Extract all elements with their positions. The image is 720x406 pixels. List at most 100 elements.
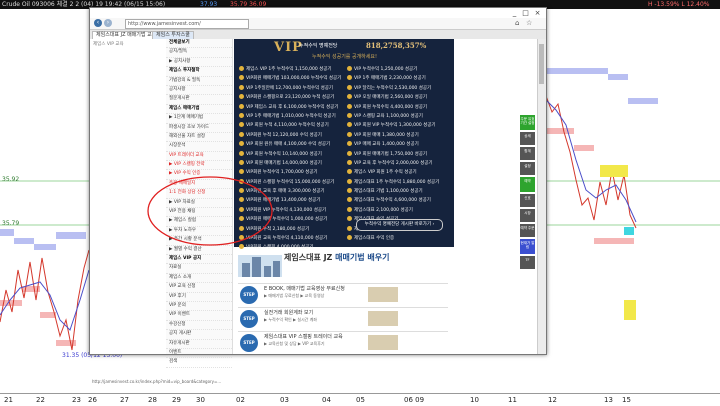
toolbar-button[interactable]: 예약 주문 (520, 224, 535, 237)
sidebar-item[interactable]: 전체글보기 (166, 39, 232, 49)
vip-entry-link[interactable]: VIP 1주 매매기법 2,230,000 성공기 (347, 74, 426, 83)
coin-icon (347, 169, 352, 175)
vip-entry-link[interactable]: VIP 회원 VIP 누적수익 1,300,000 성공기 (347, 121, 436, 130)
vip-entry-link[interactable]: VIP회원 누적 12,120,000 수익 성공기 (239, 131, 322, 140)
step-links[interactable]: ▶ 매매기법 무료신청 ▶ 교육 동영상 (264, 293, 324, 299)
vip-entry-link[interactable]: 제임스대표 기법 1,100,000 성공기 (347, 187, 423, 196)
sidebar-item[interactable]: 제임스 투자철학 (166, 67, 232, 77)
vip-entry-link[interactable]: VIP회원 VIP 누적수익 4,130,000 성공기 (239, 206, 326, 215)
sidebar-item[interactable]: ▶ VIP 스캘핑 전략 (166, 161, 232, 171)
sidebar-item[interactable]: ▶ VIP 자료실 (166, 199, 232, 209)
sidebar-item[interactable]: 제임스 매매기법 (166, 105, 232, 115)
vip-entry-link[interactable]: VIP회원 매매기법 103,000,000 누적수익 성공기 (239, 74, 341, 83)
sidebar-item[interactable]: 1:1 전화 상담 신청 (166, 189, 232, 199)
step-card[interactable]: STEP 01 E BOOK, 매매기법 교육영상 무료신청▶ 매매기법 무료신청… (238, 283, 448, 315)
sidebar-item[interactable]: 자료실 (166, 264, 232, 274)
sidebar-item[interactable]: 질문게시판 (166, 95, 232, 105)
sidebar-item[interactable]: 자유게시판 (166, 340, 232, 349)
sidebar-item[interactable]: ▶ 투자 노하우 (166, 227, 232, 237)
sidebar-item[interactable]: 이벤트 (166, 349, 232, 359)
toolbar-button[interactable]: 주문 유효기간 설정 (520, 115, 535, 130)
vip-entry-link[interactable]: VIP 1주일만에 12,700,000 누적수익 성공기 (239, 84, 333, 93)
vip-entry-link[interactable]: VIP회원 스캘핑으로 23,120,000 누적 성공기 (239, 93, 334, 102)
sidebar-item[interactable]: VIP 문의 (166, 302, 232, 312)
step-links[interactable]: ▶ 누적수익 확인 ▶ 실시간 계좌 (264, 317, 317, 323)
vip-entry-link[interactable]: VIP회원 누적수익 1,700,000 성공기 (239, 168, 318, 177)
toolbar-button[interactable]: 신호 (520, 194, 535, 207)
sidebar-item[interactable]: 검색 (166, 358, 232, 368)
vip-entry-link[interactable]: VIP 스캘핑 교육 1,100,000 성공기 (347, 112, 423, 121)
vip-entry-link[interactable]: VIP 회원 누적수익 4,400,000 성공기 (347, 103, 427, 112)
sidebar-item[interactable]: 공지사항 (166, 86, 232, 96)
toolbar-button[interactable]: 시장 (520, 209, 535, 222)
vip-entry-link[interactable]: 제임스 VIP 1주 누적수익 1,150,000 성공기 (239, 65, 332, 74)
step-card[interactable]: STEP 03 제임스대표 VIP 스캘핑 트레이더 교육 ▶ 교육신청 및 상담 … (238, 331, 448, 363)
hall-of-fame-link[interactable]: 누적수익 명예전당 게시판 바로가기 › (356, 219, 443, 231)
toolbar-button[interactable]: 예약 (520, 177, 535, 192)
step-links[interactable]: ▶ 교육신청 및 상담 ▶ VIP 교육후기 (264, 341, 325, 347)
vip-entry-link[interactable]: 제임스대표 수익 인증 (347, 234, 394, 243)
sidebar-item[interactable]: 시장분석 (166, 142, 232, 152)
vip-entry-link[interactable]: VIP 매매 교육 1,400,000 성공기 (347, 140, 419, 149)
url-input[interactable]: http://www.jamesinvest.com/ (125, 19, 249, 29)
vip-entry-link[interactable]: VIP회원 누적 2,180,000 성공기 (239, 225, 309, 234)
vip-entry-link[interactable]: VIP 회원 매매기법 14,000,000 성공기 (239, 159, 322, 168)
step-card[interactable]: STEP 02 실전거래 회원계좌 보기▶ 누적수익 확인 ▶ 실시간 계좌 (238, 307, 448, 339)
vip-entry-link[interactable]: VIP회원 교육 누적수익 4,110,000 성공기 (239, 234, 327, 243)
vip-entry-link[interactable]: 제임스대표 누적수익 4,600,000 성공기 (347, 196, 431, 205)
vip-entry-link[interactable]: VIP회원 스캘핑 누적수익 15,000,000 성공기 (239, 178, 334, 187)
toolbar-button[interactable]: 현재가 알림 (520, 239, 535, 254)
page-scrollbar[interactable] (537, 39, 546, 354)
scroll-thumb[interactable] (539, 44, 544, 84)
sidebar-item[interactable]: ▶ VIP 수익 인증 (166, 170, 232, 180)
vip-entry-link[interactable]: VIP회원 매매기법 13,400,000 성공기 (239, 196, 320, 205)
sidebar-item[interactable]: ▶ 월별 수익 결산 (166, 246, 232, 255)
sidebar-item[interactable]: 파생시장 초보 가이드 (166, 124, 232, 133)
close-button[interactable]: × (533, 9, 542, 17)
vip-entry-link[interactable]: VIP회원 교육 후 매매 3,300,000 성공기 (239, 187, 325, 196)
sidebar-item[interactable]: ▶ 1단계 매매기법 (166, 114, 232, 124)
sidebar-item[interactable]: ▶ 주간 시황 분석 (166, 236, 232, 246)
sidebar-item[interactable]: VIP 후기 (166, 293, 232, 302)
vip-entry-link[interactable]: 제임스대표 2,100,000 성공기 (347, 206, 413, 215)
vip-entry-link[interactable]: VIP 회원 누적수익 10,140,000 성공기 (239, 150, 322, 159)
vip-entry-link[interactable]: VIP 회원 원유 매매 4,100,000 수익 성공기 (239, 140, 330, 149)
sidebar-item[interactable]: 기법강의 & 필독 (166, 77, 232, 86)
sidebar-item[interactable]: VIP 이벤트 (166, 311, 232, 321)
star-icon[interactable]: ☆ (526, 19, 532, 27)
vip-entry-link[interactable]: VIP 회원 매매기법 1,750,000 성공기 (347, 150, 427, 159)
vip-entry-link[interactable]: VIP회원 매매 누적수익 1,000,000 성공기 (239, 215, 327, 224)
forward-icon[interactable]: › (104, 19, 112, 27)
sidebar-item[interactable]: ▶ 공지사항 (166, 58, 232, 68)
sidebar-item[interactable]: 공지/필독 (166, 48, 232, 58)
vip-entry-link[interactable]: VIP 제임스 교육 후 6,100,000 누적수익 성공기 (239, 103, 338, 112)
toolbar-button[interactable]: 상세 (520, 132, 535, 145)
sidebar-item[interactable]: 제임스 VIP 공지 (166, 255, 232, 265)
vip-entry-link[interactable]: 제임스 VIP 회원 1주 수익 성공기 (347, 168, 417, 177)
sidebar-item[interactable]: 해외선물 차트 설정 (166, 133, 232, 143)
sidebar-item[interactable]: ▶ 제임스 칼럼 (166, 217, 232, 227)
maximize-button[interactable]: □ (521, 9, 530, 17)
home-icon[interactable]: ⌂ (515, 19, 519, 27)
sidebar-item[interactable]: VIP 트레이더 교육 (166, 152, 232, 162)
toolbar-button[interactable]: TF (520, 256, 535, 269)
toolbar-button[interactable]: 합계 (520, 147, 535, 160)
sidebar-item[interactable]: 공지 게시판 (166, 330, 232, 340)
toolbar-button[interactable]: 설정 (520, 162, 535, 175)
vip-entry-text: VIP회원 누적 2,180,000 성공기 (246, 226, 310, 232)
sidebar-item[interactable]: 수강신청 (166, 321, 232, 331)
vip-entry-link[interactable]: VIP 오일 매매기법 2,560,000 성공기 (347, 93, 427, 102)
sidebar-item[interactable]: VIP 교육 신청 (166, 283, 232, 293)
vip-entry-link[interactable]: VIP 1주 매매기법 1,010,000 누적수익 성공기 (239, 112, 336, 121)
vip-entry-link[interactable]: VIP 달리는 누적수익 2,530,000 성공기 (347, 84, 431, 93)
vip-entry-link[interactable]: VIP 회원 매매 1,380,000 성공기 (347, 131, 419, 140)
sidebar-item[interactable]: 제임스 소개 (166, 274, 232, 284)
sidebar-item[interactable]: VIP 전용 채팅 (166, 208, 232, 218)
vip-entry-link[interactable]: VIP 회원 누적 4,110,000 누적수익 성공기 (239, 121, 329, 130)
back-icon[interactable]: ‹ (94, 19, 102, 27)
sidebar-item[interactable]: 주봉 매매일지 (166, 180, 232, 190)
minimize-button[interactable]: _ (510, 9, 519, 17)
vip-entry-link[interactable]: 제임스대표 1주 누적수익 1,880,000 성공기 (347, 178, 439, 187)
vip-entry-link[interactable]: VIP 교육 후 누적수익 2,000,000 성공기 (347, 159, 433, 168)
vip-entry-link[interactable]: VIP 누적수익 1,250,000 성공기 (347, 65, 417, 74)
